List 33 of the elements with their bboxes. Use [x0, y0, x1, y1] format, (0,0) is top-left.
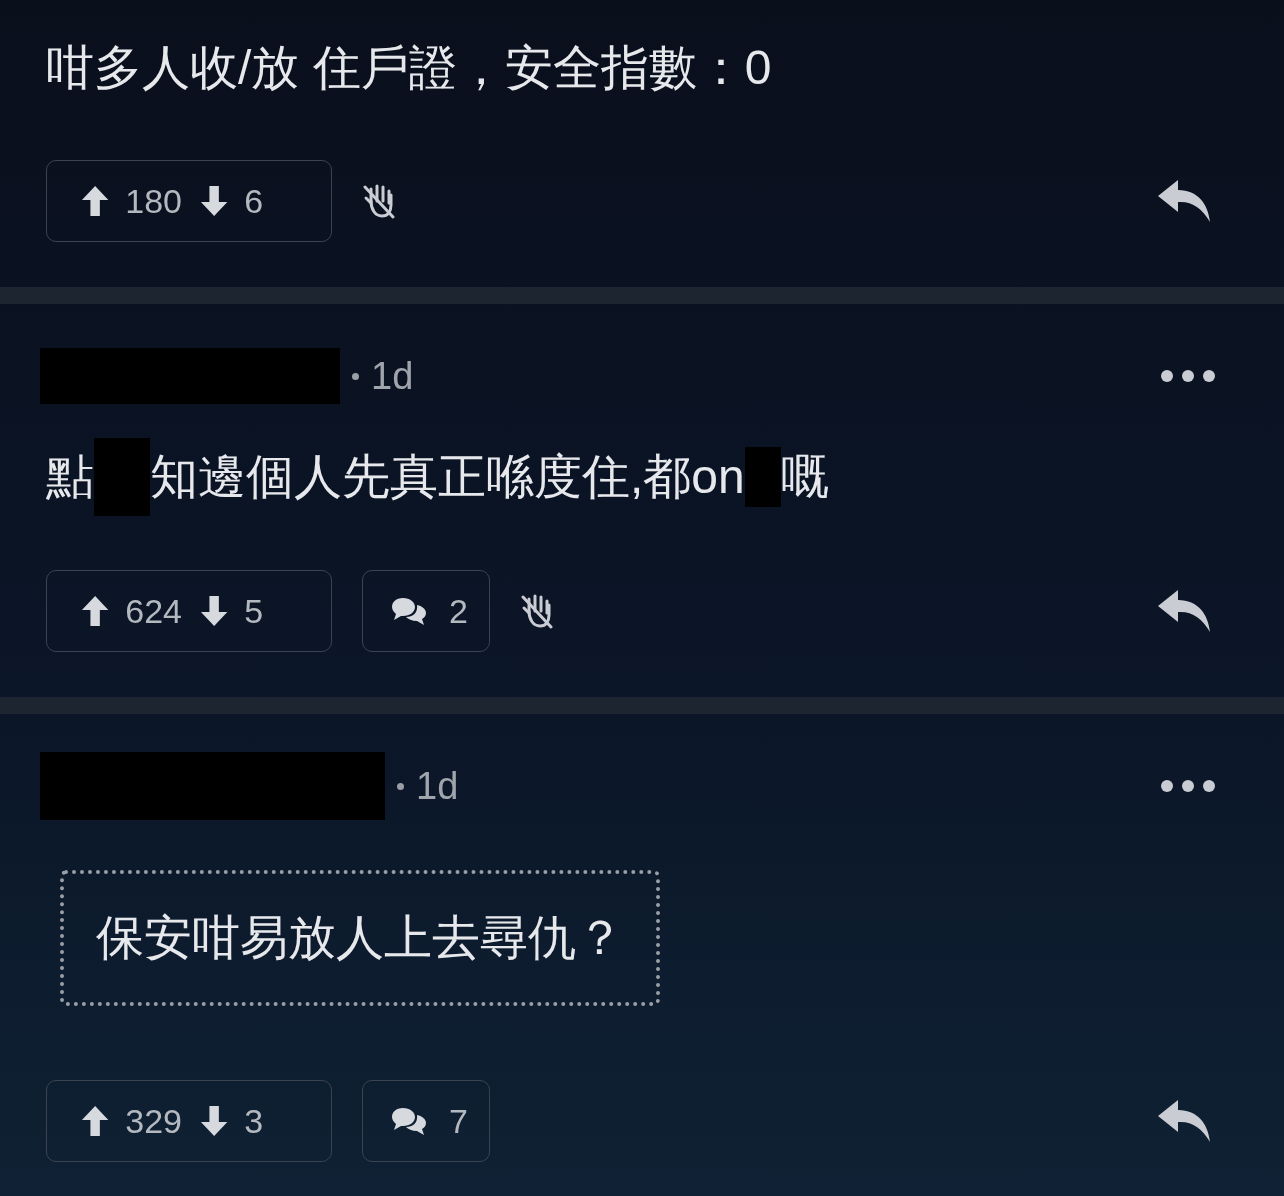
timestamp: 1d: [371, 354, 414, 398]
reply-icon[interactable]: [1156, 588, 1212, 634]
upvote-count: 180: [125, 181, 183, 221]
separator-dot: [397, 782, 404, 790]
separator-dot: [352, 372, 359, 380]
downvote-count: 3: [244, 1101, 265, 1141]
upvote-icon[interactable]: [81, 1104, 110, 1138]
hand-icon[interactable]: [520, 593, 554, 629]
more-icon[interactable]: [1160, 778, 1216, 794]
reply-icon[interactable]: [1156, 178, 1212, 224]
comment-text: 嘅: [780, 449, 829, 505]
upvote-icon[interactable]: [81, 594, 110, 628]
downvote-count: 6: [244, 181, 265, 221]
comment-text: 知邊個人先真正喺度住,都on: [150, 449, 745, 505]
hand-icon[interactable]: [362, 183, 396, 219]
downvote-icon[interactable]: [200, 594, 229, 628]
upvote-count: 329: [125, 1101, 183, 1141]
timestamp: 1d: [416, 764, 459, 808]
comment-text: 保安咁易放人上去尋仇？: [96, 910, 624, 966]
replies-button[interactable]: 7: [362, 1080, 490, 1162]
chat-icon: [391, 596, 427, 626]
replies-button[interactable]: 2: [362, 570, 490, 652]
reply-icon[interactable]: [1156, 1098, 1212, 1144]
downvote-icon[interactable]: [200, 1104, 229, 1138]
downvote-count: 5: [244, 591, 265, 631]
upvote-icon[interactable]: [81, 184, 110, 218]
comment-text: 點: [46, 449, 94, 505]
chat-icon: [391, 1106, 427, 1136]
redaction-block: [744, 447, 781, 507]
more-icon[interactable]: [1160, 368, 1216, 384]
upvote-count: 624: [125, 591, 183, 631]
comment-text: 咁多人收/放 住戶證，安全指數：0: [46, 40, 772, 96]
downvote-icon[interactable]: [200, 184, 229, 218]
